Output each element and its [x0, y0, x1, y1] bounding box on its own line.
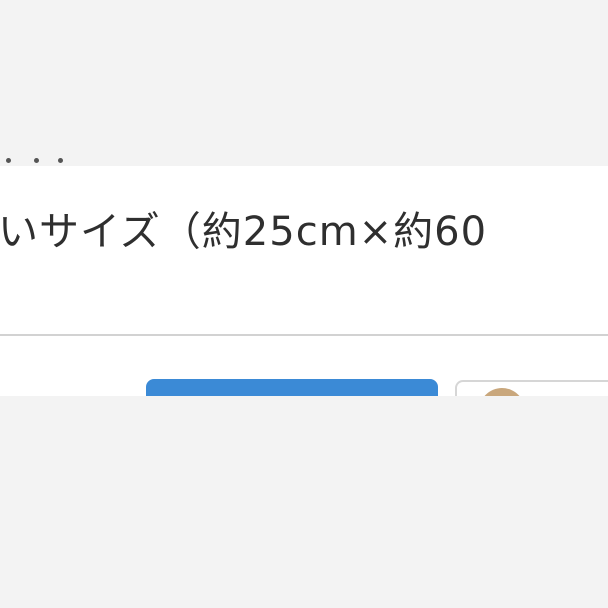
item-description-panel: いサイズ（約25cm×約60 [0, 166, 608, 396]
clipped-glyph [6, 158, 11, 163]
clipped-glyph [34, 158, 39, 163]
secondary-action-button[interactable] [455, 380, 608, 396]
item-description-text: いサイズ（約25cm×約60 [0, 209, 488, 255]
user-avatar-icon [479, 388, 525, 396]
clipped-glyph [58, 158, 63, 163]
screenshot-page: いサイズ（約25cm×約60 [0, 0, 608, 608]
section-divider [0, 334, 608, 336]
primary-action-button[interactable] [146, 379, 438, 396]
